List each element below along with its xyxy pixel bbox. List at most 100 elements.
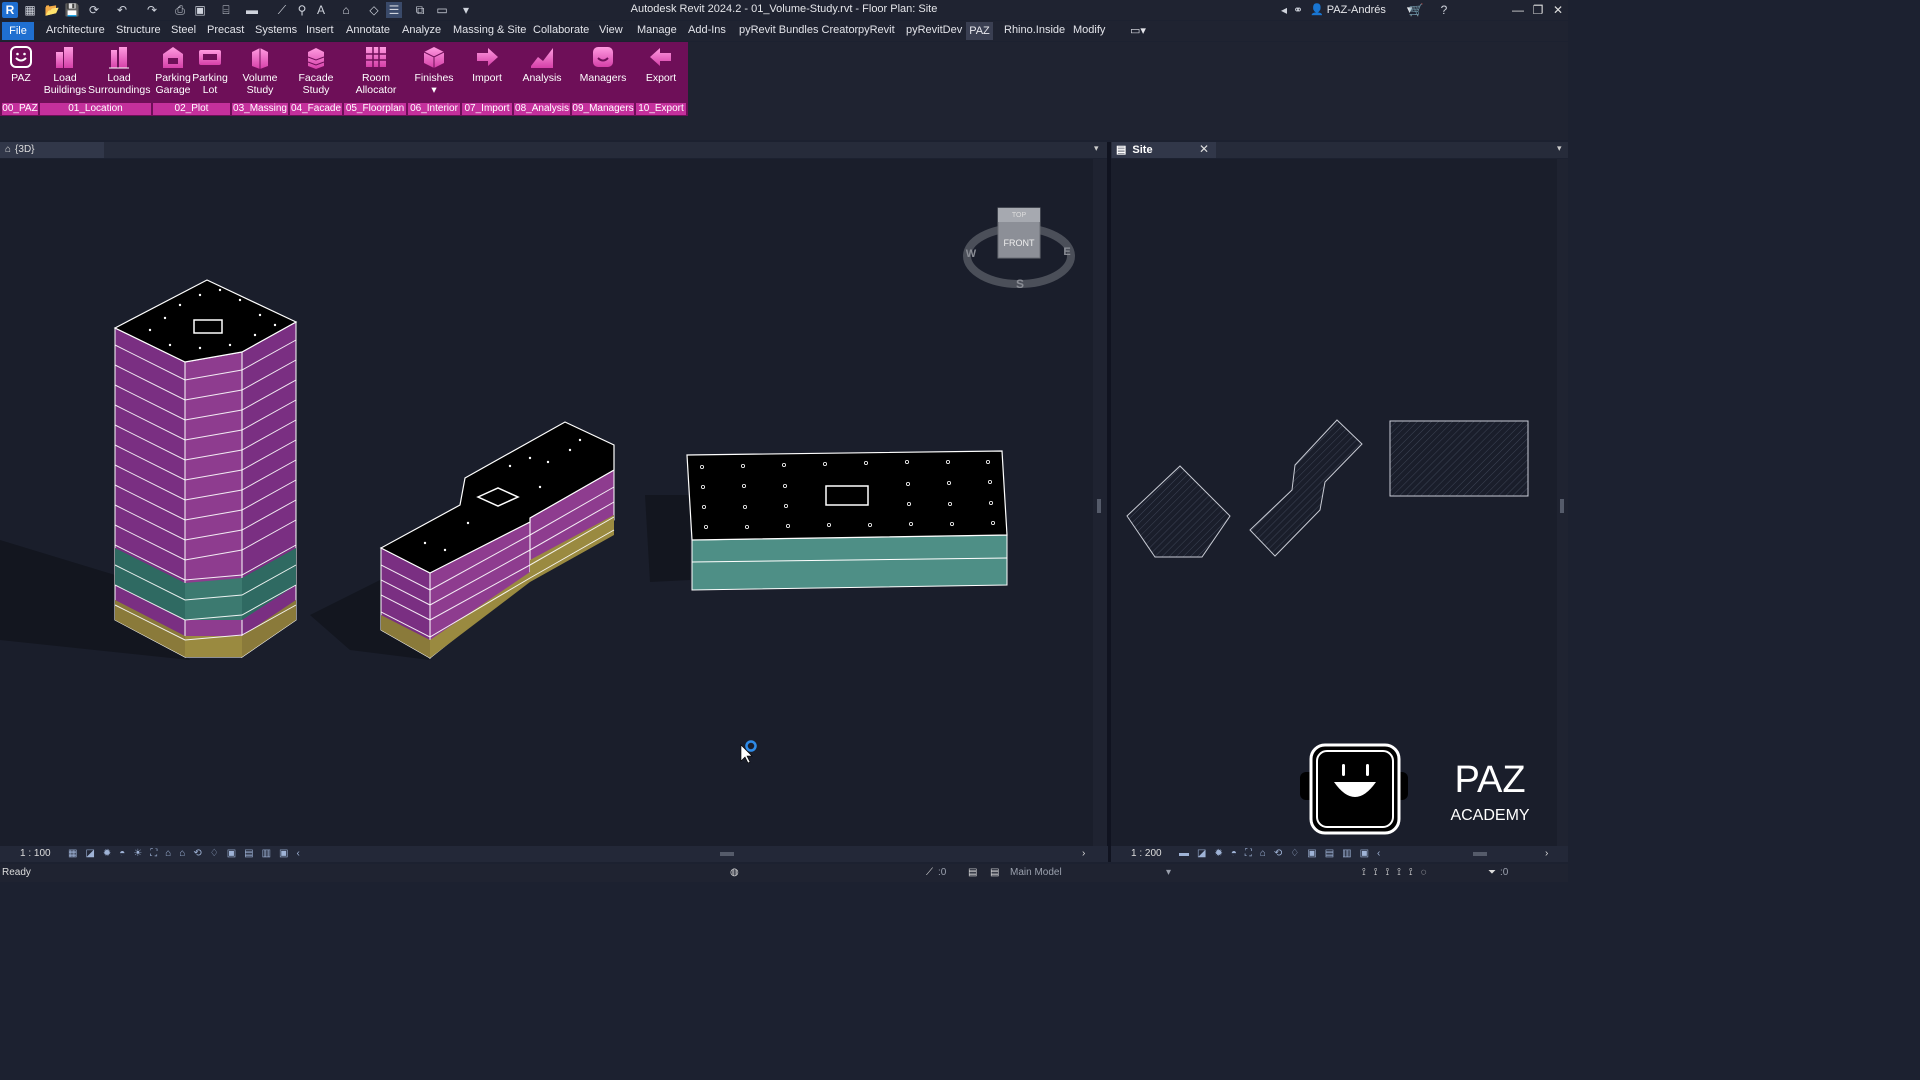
button-label: Parking [192, 72, 228, 84]
load-surroundings-button[interactable]: Load Surroundings [88, 44, 150, 102]
tab-manage[interactable]: Manage [637, 24, 677, 36]
tab-file[interactable]: File [2, 22, 34, 40]
tab-paz[interactable]: PAZ [966, 22, 993, 40]
restore-button[interactable]: ❐ [1528, 2, 1548, 18]
panel-10-export: 10_Export [636, 103, 686, 115]
volume-study-button[interactable]: Volume Study [238, 44, 282, 102]
tab-modify[interactable]: Modify [1073, 24, 1105, 36]
tab-view[interactable]: View [599, 24, 623, 36]
button-label: Load [53, 72, 77, 84]
filter-count: :0 [1500, 867, 1509, 878]
room-allocator-button[interactable]: Room Allocator [350, 44, 402, 102]
options-bar [0, 116, 1568, 140]
tab-structure[interactable]: Structure [116, 24, 161, 36]
site-building-footprint[interactable] [1126, 465, 1231, 558]
editable-count-icon[interactable]: ⟋ [926, 864, 933, 882]
facade-study-button[interactable]: Facade Study [294, 44, 338, 102]
panel-07-import: 07_Import [462, 103, 512, 115]
tab-insert[interactable]: Insert [306, 24, 334, 36]
finishes-button[interactable]: Finishes ▾ [412, 44, 456, 102]
3d-viewport[interactable]: TOP FRONT W E S [0, 159, 1093, 846]
tab-menu-icon[interactable]: ▾ [1094, 143, 1099, 154]
horizontal-scroll-thumb[interactable] [720, 852, 734, 856]
tab-rhino-inside[interactable]: Rhino.Inside [1004, 24, 1065, 36]
export-button[interactable]: Export [640, 44, 682, 102]
view-tab-label: Site [1132, 144, 1153, 156]
filter-icon[interactable]: ⏷ [1488, 864, 1496, 882]
horizontal-scroll-thumb[interactable] [1473, 852, 1487, 856]
tab-collaborate[interactable]: Collaborate [533, 24, 589, 36]
button-label: Finishes [414, 72, 454, 84]
home-icon: ⌂ [5, 144, 12, 155]
close-button[interactable]: ✕ [1548, 2, 1568, 18]
editable-count: :0 [938, 867, 947, 878]
tab-add-ins[interactable]: Add-Ins [688, 24, 726, 36]
user-account[interactable]: 👤 PAZ-Andrés ▾ [1310, 3, 1412, 16]
active-model[interactable]: Main Model [1010, 864, 1062, 882]
right-building[interactable] [686, 450, 1008, 591]
design-options-icon[interactable]: ▤ [968, 864, 977, 882]
tab-architecture[interactable]: Architecture [46, 24, 105, 36]
site-plan-canvas[interactable]: PAZ ACADEMY [1111, 159, 1557, 846]
building-shadow [645, 495, 690, 582]
help-icon[interactable]: ? [1436, 2, 1452, 18]
panel-01-location: 01_Location [40, 103, 151, 115]
parking-garage-button[interactable]: Parking Garage [154, 44, 192, 102]
tab-pyrevitdev[interactable]: pyRevitDev [906, 24, 962, 36]
analysis-button[interactable]: Analysis [518, 44, 566, 102]
tab-massing-site[interactable]: Massing & Site [453, 24, 526, 36]
parking-lot-button[interactable]: Parking Lot [192, 44, 228, 102]
view-scale[interactable]: 1 : 100 [20, 846, 51, 862]
compass-east: E [1063, 246, 1070, 258]
selection-filter-icons[interactable]: ⟟⟟⟟⟟⟟◌ [1362, 864, 1435, 882]
user-icon: 👤 [1310, 4, 1324, 16]
paz-academy-watermark: PAZ ACADEMY [1300, 743, 1530, 835]
scroll-thumb[interactable] [1560, 499, 1564, 513]
import-button[interactable]: Import [466, 44, 508, 102]
scroll-right-icon[interactable]: › [1082, 846, 1085, 862]
site-plan-viewport[interactable]: PAZ ACADEMY [1111, 159, 1557, 846]
view-control-icons[interactable]: ▦◪✹◓☀⛶⌂⌂⟲♢▣▤▥▣‹ [68, 846, 308, 862]
vertical-scrollbar[interactable] [1557, 159, 1568, 846]
view-tabbar-3d [0, 142, 1108, 158]
minimize-button[interactable]: — [1508, 2, 1528, 18]
view-control-bar-3d: 1 : 100 ▦◪✹◓☀⛶⌂⌂⟲♢▣▤▥▣‹ › [0, 846, 1108, 862]
ribbon-display-toggle-icon[interactable]: ▭▾ [1130, 24, 1146, 37]
model-icon[interactable]: ▤ [990, 864, 999, 882]
button-label: Parking [155, 72, 191, 84]
chevron-down-icon[interactable]: ▾ [1166, 864, 1171, 882]
vertical-scrollbar[interactable] [1093, 159, 1107, 846]
tab-analyze[interactable]: Analyze [402, 24, 441, 36]
scroll-thumb[interactable] [1097, 499, 1101, 513]
tab-pyrevit-bundles-creator[interactable]: pyRevit Bundles Creator [739, 24, 858, 36]
paz-button[interactable]: PAZ [4, 44, 38, 102]
worksharing-icon[interactable]: ◍ [730, 864, 739, 882]
tab-menu-icon[interactable]: ▾ [1557, 143, 1562, 154]
tab-annotate[interactable]: Annotate [346, 24, 390, 36]
site-building-footprint[interactable] [1389, 420, 1529, 497]
view-cube[interactable]: TOP FRONT W E S [963, 207, 1075, 291]
site-building-footprint[interactable] [1249, 419, 1363, 557]
3d-model-canvas[interactable]: TOP FRONT W E S [0, 159, 1093, 846]
scroll-right-icon[interactable]: › [1545, 846, 1548, 862]
view-control-icons[interactable]: ▬◪✹◓⛶⌂⟲♢▣▤▥▣‹ [1179, 846, 1388, 862]
panel-05-floorplan: 05_Floorplan [344, 103, 406, 115]
managers-face-icon [593, 47, 613, 67]
tab-pyrevit[interactable]: pyRevit [858, 24, 895, 36]
load-buildings-button[interactable]: Load Buildings [42, 44, 88, 102]
status-bar: Ready ◍ ⟋ :0 ▤ ▤ Main Model ▾ ⟟⟟⟟⟟⟟◌ ⏷ :… [0, 864, 1568, 882]
parking-garage-icon [163, 47, 183, 68]
cart-icon[interactable]: 🛒 [1408, 2, 1424, 18]
managers-button[interactable]: Managers [578, 44, 628, 102]
tower-building[interactable] [113, 279, 298, 658]
close-tab-icon[interactable]: ✕ [1199, 142, 1209, 156]
tab-precast[interactable]: Precast [207, 24, 244, 36]
tab-3d-view[interactable]: ⌂ {3D} [0, 142, 104, 158]
panel-02-plot: 02_Plot [153, 103, 230, 115]
tab-systems[interactable]: Systems [255, 24, 297, 36]
view-scale[interactable]: 1 : 200 [1131, 846, 1162, 862]
binoculars-icon[interactable]: ⚭ [1290, 2, 1306, 18]
middle-building[interactable] [379, 421, 615, 660]
tab-steel[interactable]: Steel [171, 24, 196, 36]
button-label: Study [302, 84, 330, 96]
